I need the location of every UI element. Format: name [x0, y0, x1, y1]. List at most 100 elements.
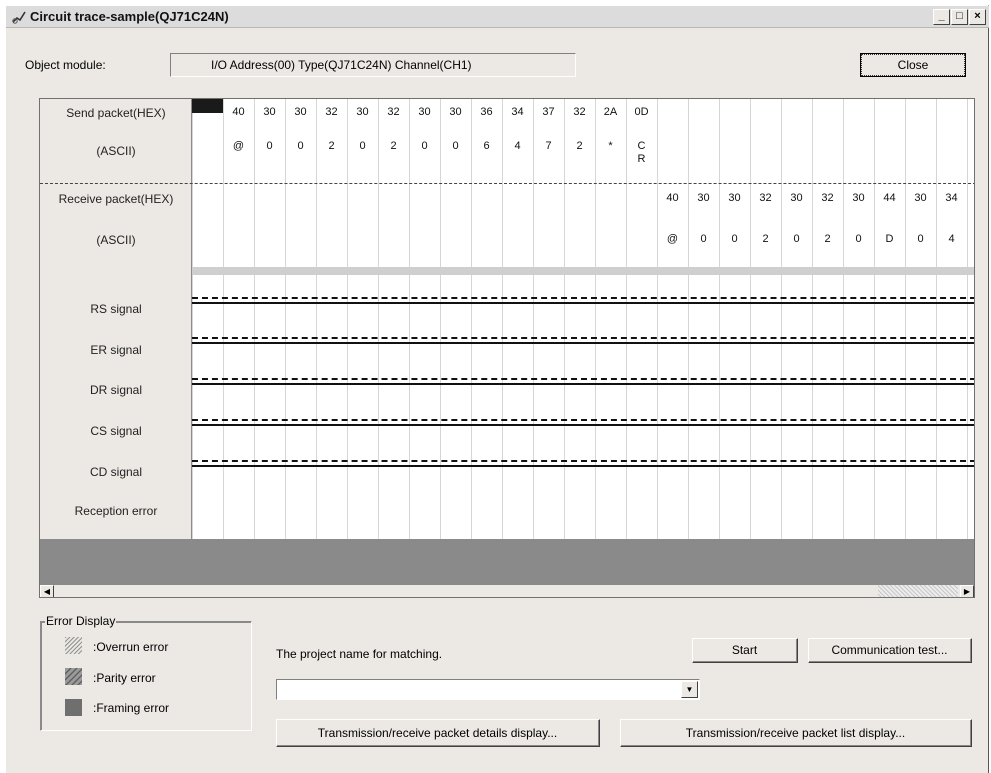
send-hex-cell[interactable]: 2A [595, 106, 626, 119]
recv-hex-cell[interactable]: 32 [812, 192, 843, 205]
recv-hex-cell[interactable]: 30 [905, 192, 936, 205]
framing-error-label: :Framing error [93, 701, 170, 715]
recv-hex-cell[interactable]: 40 [657, 192, 688, 205]
dr-signal-off-line [192, 378, 974, 380]
send-ascii-cell[interactable]: 2 [378, 140, 409, 153]
recv-ascii-cell[interactable]: @ [657, 233, 688, 246]
trace-footer-band [40, 539, 974, 585]
send-ascii-cell[interactable]: C R [626, 140, 657, 166]
row-label-recv-ascii: (ASCII) [96, 233, 136, 247]
grid-column-line [657, 99, 658, 539]
send-hex-cell[interactable]: 36 [471, 106, 502, 119]
scroll-left-arrow-icon[interactable]: ◀ [40, 585, 54, 597]
grid-column-line [223, 99, 224, 539]
row-label-cs: CS signal [90, 424, 142, 438]
start-button[interactable]: Start [692, 638, 798, 663]
send-hex-cell[interactable]: 30 [409, 106, 440, 119]
send-ascii-cell[interactable]: 0 [254, 140, 285, 153]
overrun-error-label: :Overrun error [93, 640, 169, 654]
recv-hex-cell[interactable]: 30 [781, 192, 812, 205]
recv-ascii-cell[interactable]: D [874, 233, 905, 246]
grid-column-line [285, 99, 286, 539]
send-ascii-cell[interactable]: 0 [285, 140, 316, 153]
recv-hex-cell[interactable]: 44 [874, 192, 905, 205]
send-ascii-cell[interactable]: @ [223, 140, 254, 153]
maximize-button[interactable]: □ [951, 9, 968, 25]
grid-column-line [905, 99, 906, 539]
send-hex-cell[interactable]: 32 [378, 106, 409, 119]
row-labels-column: Send packet(HEX) (ASCII) Receive packet(… [40, 99, 192, 539]
send-ascii-cell[interactable]: 4 [502, 140, 533, 153]
send-ascii-cell[interactable]: 2 [564, 140, 595, 153]
chevron-down-icon[interactable]: ▼ [681, 681, 698, 698]
packet-details-button[interactable]: Transmission/receive packet details disp… [276, 719, 600, 747]
close-icon: × [974, 10, 981, 22]
recv-hex-cell[interactable]: 30 [719, 192, 750, 205]
recv-ascii-cell[interactable]: 0 [781, 233, 812, 246]
send-ascii-cell[interactable]: * [595, 140, 626, 153]
parity-error-icon [65, 668, 82, 685]
packet-signal-divider [192, 267, 974, 275]
scroll-right-arrow-icon[interactable]: ▶ [960, 585, 974, 597]
recv-ascii-cell[interactable]: 0 [905, 233, 936, 246]
project-name-combo[interactable]: ▼ [276, 679, 700, 700]
recv-ascii-cell[interactable]: 2 [812, 233, 843, 246]
grid-column-line [750, 99, 751, 539]
row-label-send-ascii: (ASCII) [96, 144, 136, 158]
packet-list-button[interactable]: Transmission/receive packet list display… [620, 719, 972, 747]
send-ascii-cell[interactable]: 0 [440, 140, 471, 153]
minimize-button[interactable]: _ [933, 9, 950, 25]
grid-column-line [316, 99, 317, 539]
horizontal-scrollbar[interactable]: ◀ ▶ [40, 585, 974, 597]
send-ascii-cell[interactable]: 0 [409, 140, 440, 153]
send-ascii-cell[interactable]: 2 [316, 140, 347, 153]
row-label-er: ER signal [90, 343, 142, 357]
send-hex-cell[interactable]: 34 [502, 106, 533, 119]
recv-ascii-cell[interactable]: 4 [936, 233, 967, 246]
send-hex-cell[interactable]: 40 [223, 106, 254, 119]
object-module-label: Object module: [25, 58, 106, 72]
rs-signal-on-line [192, 302, 974, 304]
send-hex-cell[interactable]: 0D [626, 106, 657, 119]
trace-grid: Send packet(HEX) (ASCII) Receive packet(… [39, 98, 975, 598]
grid-column-line [192, 99, 193, 539]
row-label-reception-error: Reception error [74, 504, 158, 518]
send-hex-cell[interactable]: 30 [347, 106, 378, 119]
recv-ascii-cell[interactable]: 0 [688, 233, 719, 246]
close-window-button[interactable]: × [969, 9, 986, 25]
send-hex-cell[interactable]: 32 [564, 106, 595, 119]
send-hex-cell[interactable]: 37 [533, 106, 564, 119]
recv-hex-cell[interactable]: 32 [750, 192, 781, 205]
send-ascii-cell[interactable]: 6 [471, 140, 502, 153]
error-display-legend: Error Display [45, 614, 117, 628]
send-hex-cell[interactable]: 32 [316, 106, 347, 119]
cd-signal-on-line [192, 465, 974, 467]
grid-column-line [688, 99, 689, 539]
framing-error-icon [65, 699, 82, 716]
communication-test-button[interactable]: Communication test... [808, 638, 972, 663]
scroll-thumb[interactable] [878, 585, 958, 597]
close-button[interactable]: Close [860, 53, 966, 77]
recv-hex-cell[interactable]: 30 [688, 192, 719, 205]
recv-hex-cell[interactable]: 34 [936, 192, 967, 205]
grid-column-line [502, 99, 503, 539]
send-hex-cell[interactable]: 30 [440, 106, 471, 119]
send-hex-cell[interactable]: 30 [285, 106, 316, 119]
er-signal-off-line [192, 337, 974, 339]
title-bar: Circuit trace-sample(QJ71C24N) _ □ × [6, 6, 989, 28]
send-hex-cell[interactable]: 30 [254, 106, 285, 119]
grid-column-line [409, 99, 410, 539]
recv-ascii-cell[interactable]: 2 [750, 233, 781, 246]
grid-column-line [874, 99, 875, 539]
trace-cursor-marker[interactable] [192, 99, 223, 113]
row-label-cd: CD signal [89, 465, 143, 479]
recv-ascii-cell[interactable]: 0 [843, 233, 874, 246]
grid-column-line [719, 99, 720, 539]
er-signal-on-line [192, 342, 974, 344]
overrun-error-icon [65, 637, 82, 654]
send-ascii-cell[interactable]: 7 [533, 140, 564, 153]
recv-ascii-cell[interactable]: 0 [719, 233, 750, 246]
send-ascii-cell[interactable]: 0 [347, 140, 378, 153]
recv-hex-cell[interactable]: 30 [843, 192, 874, 205]
grid-column-line [936, 99, 937, 539]
